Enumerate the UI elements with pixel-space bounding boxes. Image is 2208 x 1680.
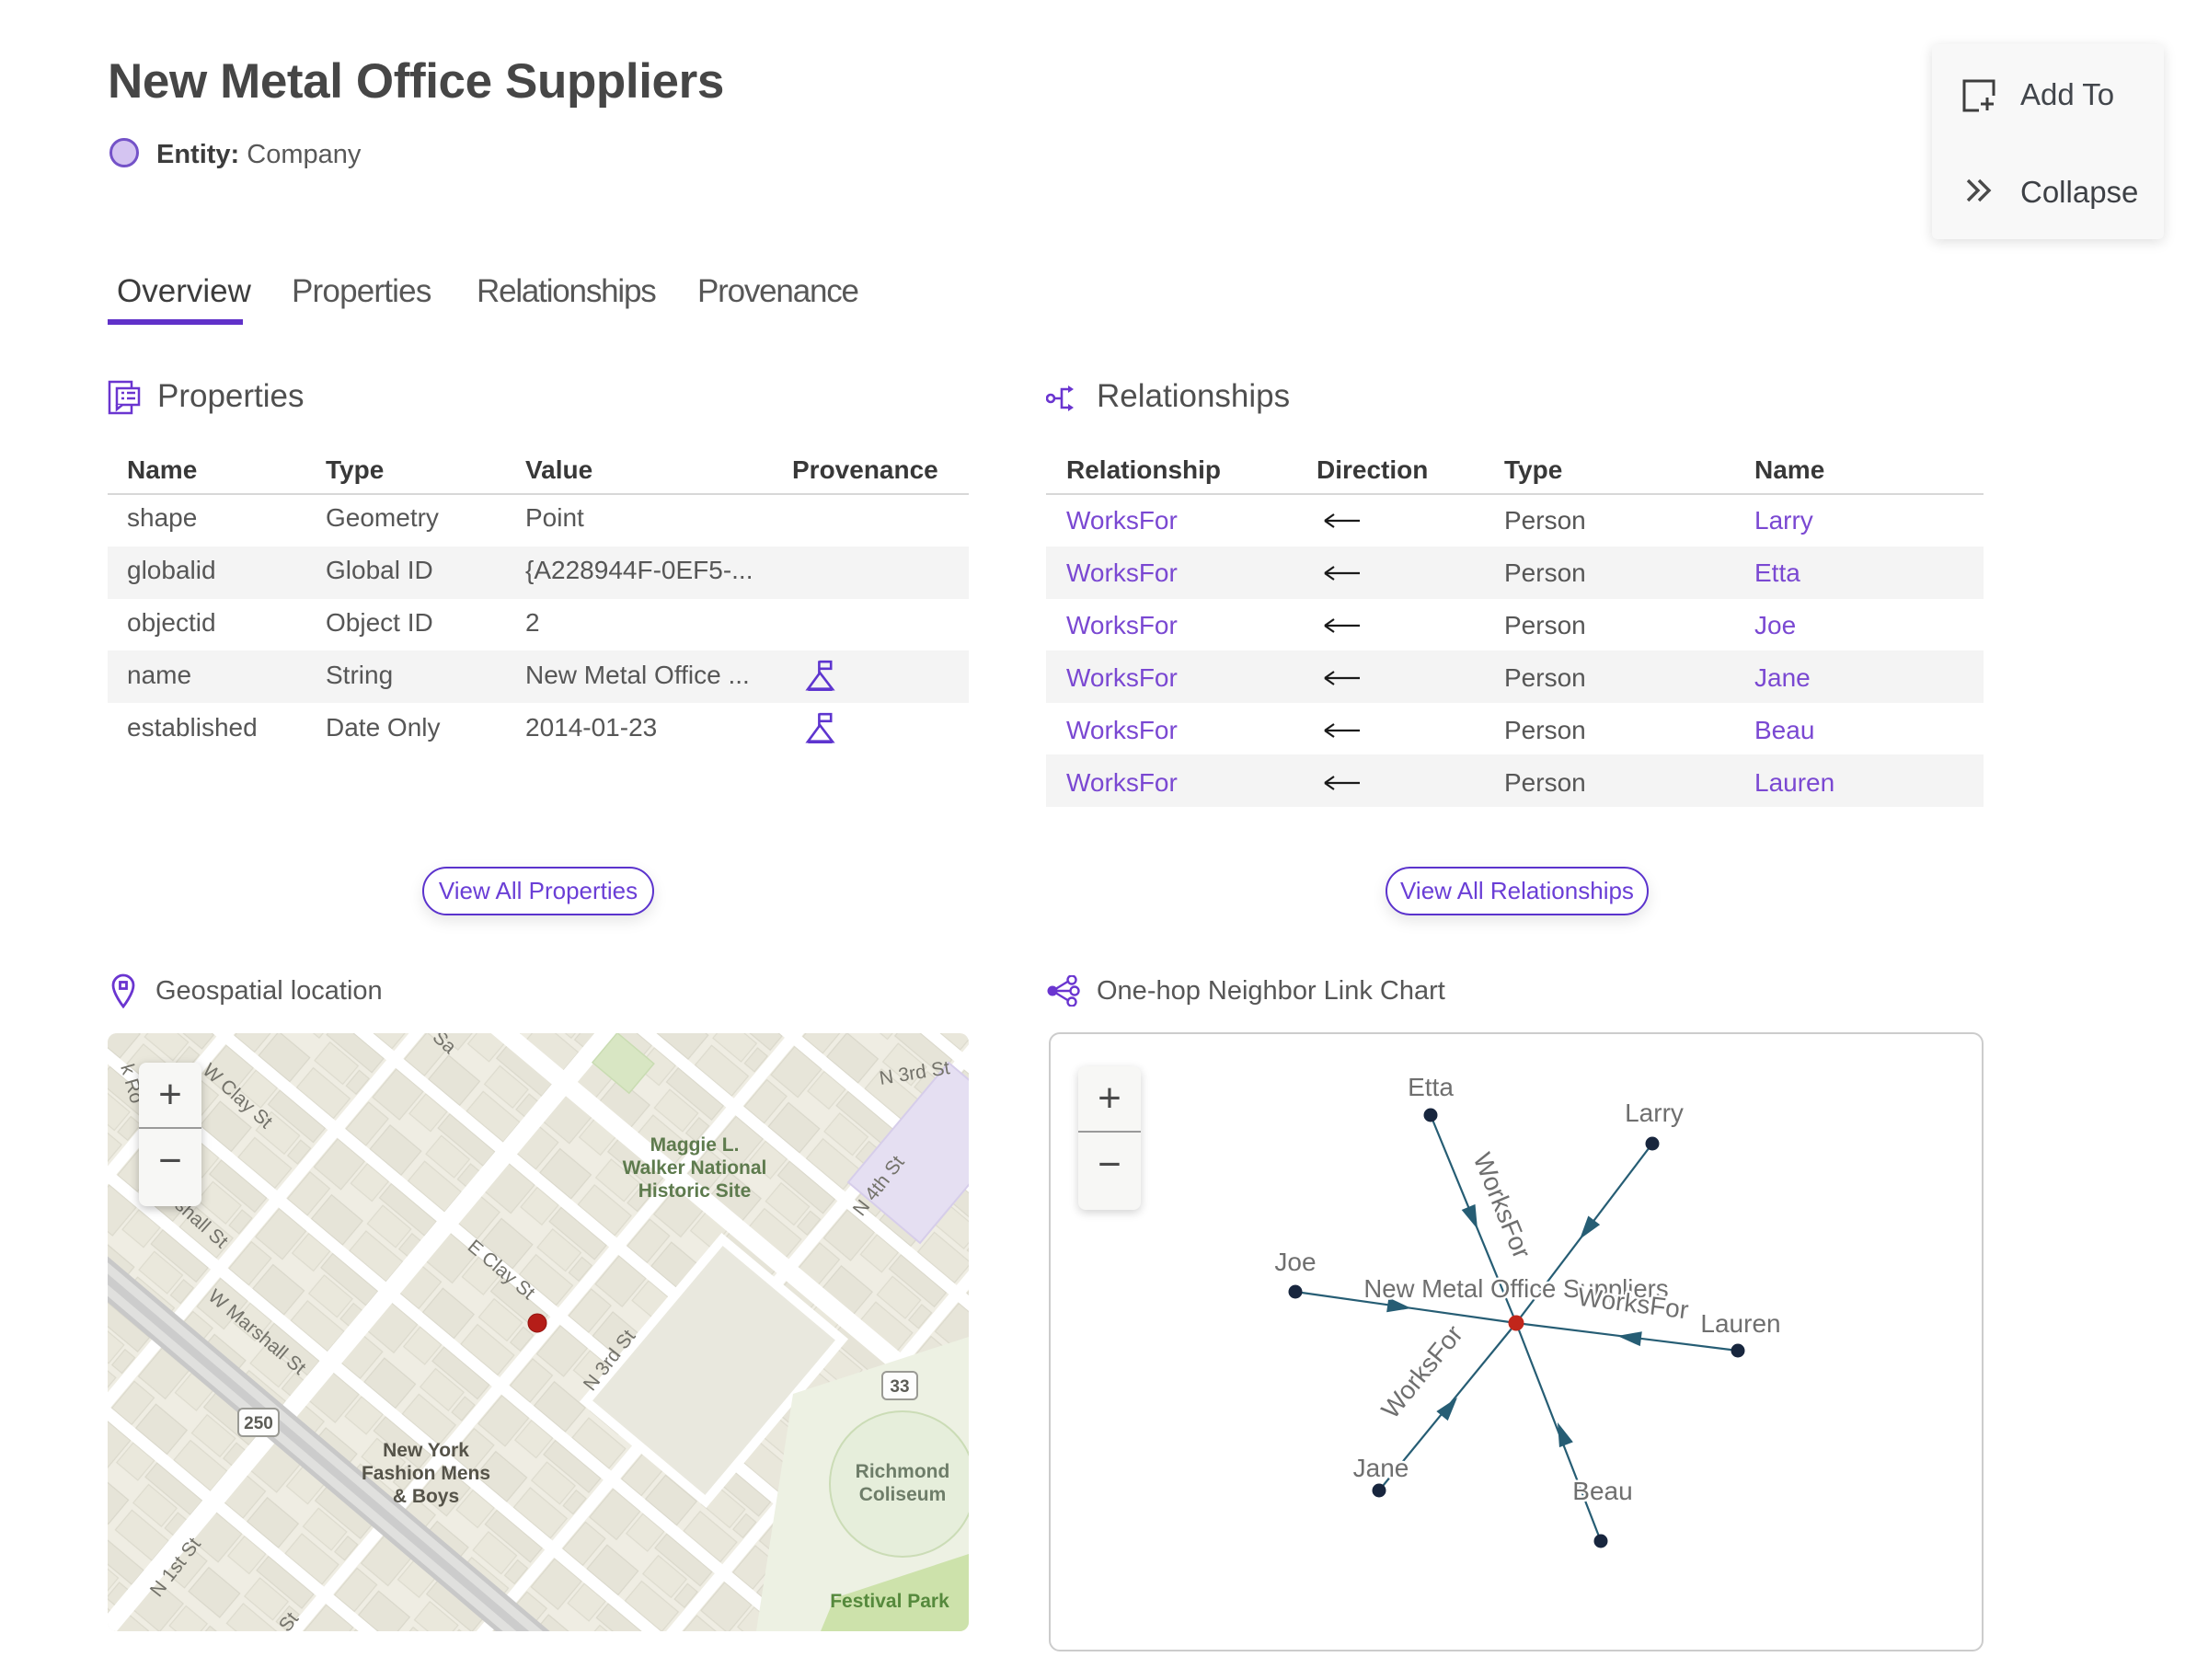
svg-text:Jane: Jane xyxy=(1353,1454,1409,1482)
svg-text:Richmond: Richmond xyxy=(856,1461,950,1482)
svg-text:Maggie L.: Maggie L. xyxy=(650,1134,740,1156)
svg-text:Joe: Joe xyxy=(1274,1248,1316,1276)
svg-text:Festival Park: Festival Park xyxy=(830,1591,949,1612)
svg-text:33: 33 xyxy=(890,1377,909,1397)
svg-text:Larry: Larry xyxy=(1625,1099,1684,1127)
svg-text:250: 250 xyxy=(244,1414,273,1433)
svg-text:Etta: Etta xyxy=(1408,1073,1454,1101)
svg-text:Historic Site: Historic Site xyxy=(638,1180,752,1202)
svg-text:Coliseum: Coliseum xyxy=(859,1484,947,1505)
svg-text:WorksFor: WorksFor xyxy=(1576,1283,1690,1325)
svg-text:Fashion Mens: Fashion Mens xyxy=(362,1463,490,1484)
svg-text:New York: New York xyxy=(383,1440,469,1461)
svg-text:& Boys: & Boys xyxy=(393,1486,459,1507)
svg-text:Lauren: Lauren xyxy=(1700,1309,1780,1338)
svg-text:Walker National: Walker National xyxy=(623,1157,767,1179)
svg-text:WorksFor: WorksFor xyxy=(1375,1319,1468,1423)
svg-text:WorksFor: WorksFor xyxy=(1467,1149,1536,1263)
svg-text:Beau: Beau xyxy=(1572,1477,1632,1505)
